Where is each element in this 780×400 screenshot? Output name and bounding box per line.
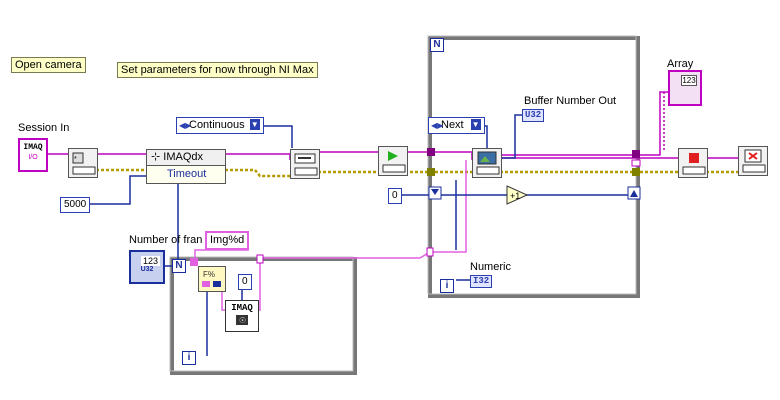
- buffer-mode-enum[interactable]: ◀▶ Next ▼: [428, 117, 485, 134]
- comment-set-parameters: Set parameters for now through NI Max: [117, 62, 318, 78]
- outer-loop-iteration-terminal: i: [440, 279, 454, 293]
- format-string-icon: F%: [202, 270, 221, 287]
- dropdown-arrow-icon[interactable]: ▼: [249, 119, 260, 130]
- camera-icon: *: [72, 152, 96, 175]
- stop-acquisition-vi[interactable]: [678, 148, 708, 178]
- imaq-create-vi[interactable]: IMAQ ☉: [225, 300, 259, 332]
- format-string-constant[interactable]: Img%d: [205, 231, 250, 250]
- format-into-string-function[interactable]: F%: [198, 266, 226, 292]
- wrench-camera-icon: [294, 153, 318, 176]
- frames-ctrl-type: U32: [140, 266, 154, 273]
- svg-text:*: *: [74, 156, 77, 163]
- increment-function[interactable]: +1: [506, 185, 529, 205]
- property-node-header: ⊹ IMAQdx: [147, 150, 225, 166]
- array-ctrl-text: 123: [681, 75, 697, 86]
- property-node-class: IMAQdx: [163, 151, 204, 163]
- open-camera-vi[interactable]: *: [68, 148, 98, 178]
- session-in-label: Session In: [18, 122, 70, 134]
- get-image-vi[interactable]: [472, 148, 502, 178]
- inner-loop-iteration-terminal: i: [182, 351, 196, 365]
- svg-text:F%: F%: [203, 270, 215, 279]
- zero-constant-outer[interactable]: 0: [388, 188, 402, 204]
- property-node-timeout[interactable]: Timeout: [147, 166, 225, 182]
- imaq-create-text: IMAQ: [231, 303, 253, 313]
- create-image-icon: ☉: [236, 315, 248, 325]
- wrench-icon: ⊹: [151, 151, 161, 163]
- close-camera-vi[interactable]: [738, 146, 768, 176]
- acquisition-mode-value: Continuous: [189, 119, 245, 131]
- array-indicator: 123: [668, 70, 702, 106]
- loop-tunnels: [190, 148, 641, 266]
- start-acquisition-vi[interactable]: [378, 146, 408, 176]
- configure-acquisition-vi[interactable]: [290, 149, 320, 179]
- session-in-control[interactable]: IMAQ I/O: [18, 138, 48, 172]
- timeout-constant[interactable]: 5000: [60, 197, 91, 213]
- number-of-frames-control[interactable]: 123 U32: [129, 250, 165, 284]
- numeric-label: Numeric: [470, 261, 511, 273]
- image-icon: [476, 151, 500, 175]
- array-label: Array: [667, 58, 694, 70]
- shift-register[interactable]: [428, 186, 641, 200]
- outer-loop-count-terminal: N: [430, 38, 444, 52]
- dropdown-arrow-icon[interactable]: ▼: [470, 119, 481, 130]
- play-icon: [382, 151, 406, 173]
- decrement-arrow-icon[interactable]: ◀▶: [179, 118, 191, 133]
- frames-ctrl-text: 123: [141, 256, 160, 266]
- comment-open-camera: Open camera: [11, 57, 86, 73]
- buffer-number-out-label: Buffer Number Out: [524, 95, 617, 107]
- imaqdx-property-node[interactable]: ⊹ IMAQdx Timeout: [146, 149, 226, 184]
- inner-loop-count-terminal: N: [172, 259, 186, 273]
- buffer-number-out-indicator: U32: [522, 109, 545, 122]
- while-loop-structure[interactable]: [427, 35, 640, 298]
- decrement-arrow-icon[interactable]: ◀▶: [431, 118, 443, 133]
- stop-icon: [682, 153, 706, 175]
- svg-text:+1: +1: [510, 191, 520, 201]
- buffer-mode-value: Next: [441, 119, 464, 131]
- close-icon: [742, 149, 766, 173]
- numeric-indicator: I32: [470, 275, 493, 288]
- session-in-type: I/O: [28, 154, 38, 161]
- zero-constant-inner[interactable]: 0: [238, 274, 252, 290]
- number-of-frames-label: Number of fran: [129, 234, 203, 246]
- session-in-text: IMAQ: [23, 143, 43, 152]
- svg-text:☉: ☉: [239, 316, 246, 325]
- acquisition-mode-enum[interactable]: ◀▶ Continuous ▼: [176, 117, 264, 134]
